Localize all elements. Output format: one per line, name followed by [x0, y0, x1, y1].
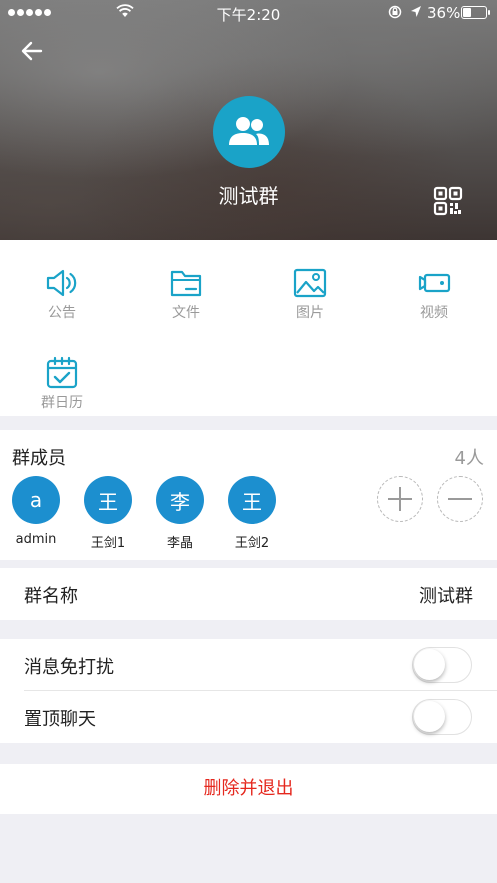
function-label: 公告 [48, 305, 76, 321]
member-item[interactable]: a admin [0, 476, 72, 547]
battery-percent: 36% [427, 4, 461, 22]
add-member-button[interactable] [377, 476, 423, 522]
location-arrow-icon [411, 6, 421, 17]
mute-notifications-row: 消息免打扰 [0, 639, 497, 691]
group-avatar [213, 96, 285, 168]
back-arrow-icon[interactable] [18, 37, 46, 65]
pin-chat-toggle[interactable] [412, 699, 472, 735]
mute-notifications-toggle[interactable] [412, 647, 472, 683]
function-label: 文件 [172, 305, 200, 321]
members-title: 群成员 [12, 448, 66, 469]
folder-icon [170, 270, 202, 297]
pin-chat-label: 置顶聊天 [24, 709, 96, 730]
member-name: admin [15, 532, 57, 547]
qr-code-icon[interactable] [433, 186, 463, 216]
function-video[interactable]: 视频 [372, 268, 496, 348]
video-camera-icon [418, 273, 451, 293]
function-announcement[interactable]: 公告 [0, 268, 124, 348]
group-name-label: 群名称 [24, 586, 78, 607]
group-name-row[interactable]: 群名称 测试群 [0, 568, 497, 620]
calendar-icon [46, 356, 78, 389]
rotation-lock-icon [388, 5, 402, 19]
member-avatar: a [12, 476, 60, 524]
member-avatar: 李 [156, 476, 204, 524]
image-icon [293, 268, 327, 298]
members-count[interactable]: 4人 [455, 444, 484, 470]
remove-member-button[interactable] [437, 476, 483, 522]
member-item[interactable]: 王 王剑2 [216, 476, 288, 551]
function-files[interactable]: 文件 [124, 268, 248, 348]
function-label: 图片 [296, 305, 324, 321]
toggle-knob [414, 649, 445, 680]
battery-icon [461, 6, 490, 19]
group-header: 下午2:20 36% 测试群 [0, 0, 497, 240]
mute-notifications-label: 消息免打扰 [24, 657, 114, 678]
group-name-value: 测试群 [419, 586, 473, 607]
member-name: 王剑2 [234, 536, 270, 551]
speaker-icon [46, 269, 77, 297]
group-people-icon [229, 117, 269, 145]
status-time: 下午2:20 [216, 6, 281, 24]
function-group-calendar[interactable]: 群日历 [0, 356, 124, 436]
delete-and-exit-button[interactable]: 删除并退出 [0, 764, 497, 814]
member-item[interactable]: 李 李晶 [144, 476, 216, 551]
member-avatar: 王 [228, 476, 276, 524]
function-label: 群日历 [41, 395, 83, 411]
member-name: 李晶 [166, 536, 193, 551]
function-label: 视频 [420, 305, 448, 321]
function-images[interactable]: 图片 [248, 268, 372, 348]
member-avatar: 王 [84, 476, 132, 524]
member-name: 王剑1 [90, 536, 126, 551]
pin-chat-row: 置顶聊天 [0, 691, 497, 743]
function-panel: 公告 文件 图片 视频 群日历 [0, 240, 497, 416]
status-bar: 下午2:20 36% [0, 0, 497, 26]
member-item[interactable]: 王 王剑1 [72, 476, 144, 551]
toggle-knob [414, 701, 445, 732]
group-title: 测试群 [218, 184, 279, 208]
